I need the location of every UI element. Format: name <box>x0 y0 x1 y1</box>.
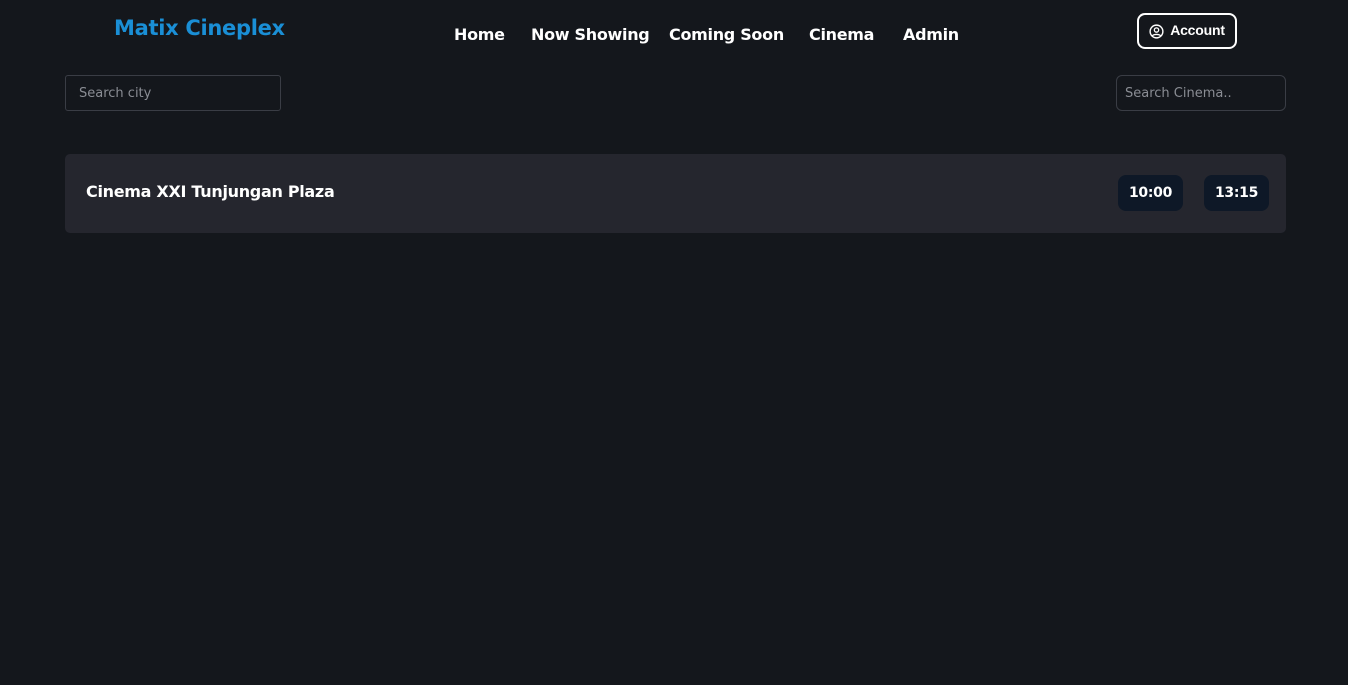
cinema-card: Cinema XXI Tunjungan Plaza 10:00 13:15 <box>65 154 1286 233</box>
search-cinema-input[interactable] <box>1116 75 1286 111</box>
account-label: Account <box>1170 21 1225 38</box>
search-city-input[interactable] <box>65 75 281 111</box>
nav-coming-soon[interactable]: Coming Soon <box>669 25 784 44</box>
brand-logo[interactable]: Matix Cineplex <box>114 16 285 40</box>
showtime-button[interactable]: 13:15 <box>1204 175 1269 211</box>
nav-admin[interactable]: Admin <box>903 25 959 44</box>
showtime-button[interactable]: 10:00 <box>1118 175 1183 211</box>
cinema-name: Cinema XXI Tunjungan Plaza <box>86 182 335 201</box>
account-button[interactable]: Account <box>1137 13 1237 49</box>
page: Matix Cineplex Home Now Showing Coming S… <box>0 0 1348 685</box>
nav-now-showing[interactable]: Now Showing <box>531 25 650 44</box>
nav-cinema[interactable]: Cinema <box>809 25 874 44</box>
nav-home[interactable]: Home <box>454 25 505 44</box>
user-circle-icon <box>1149 23 1164 39</box>
